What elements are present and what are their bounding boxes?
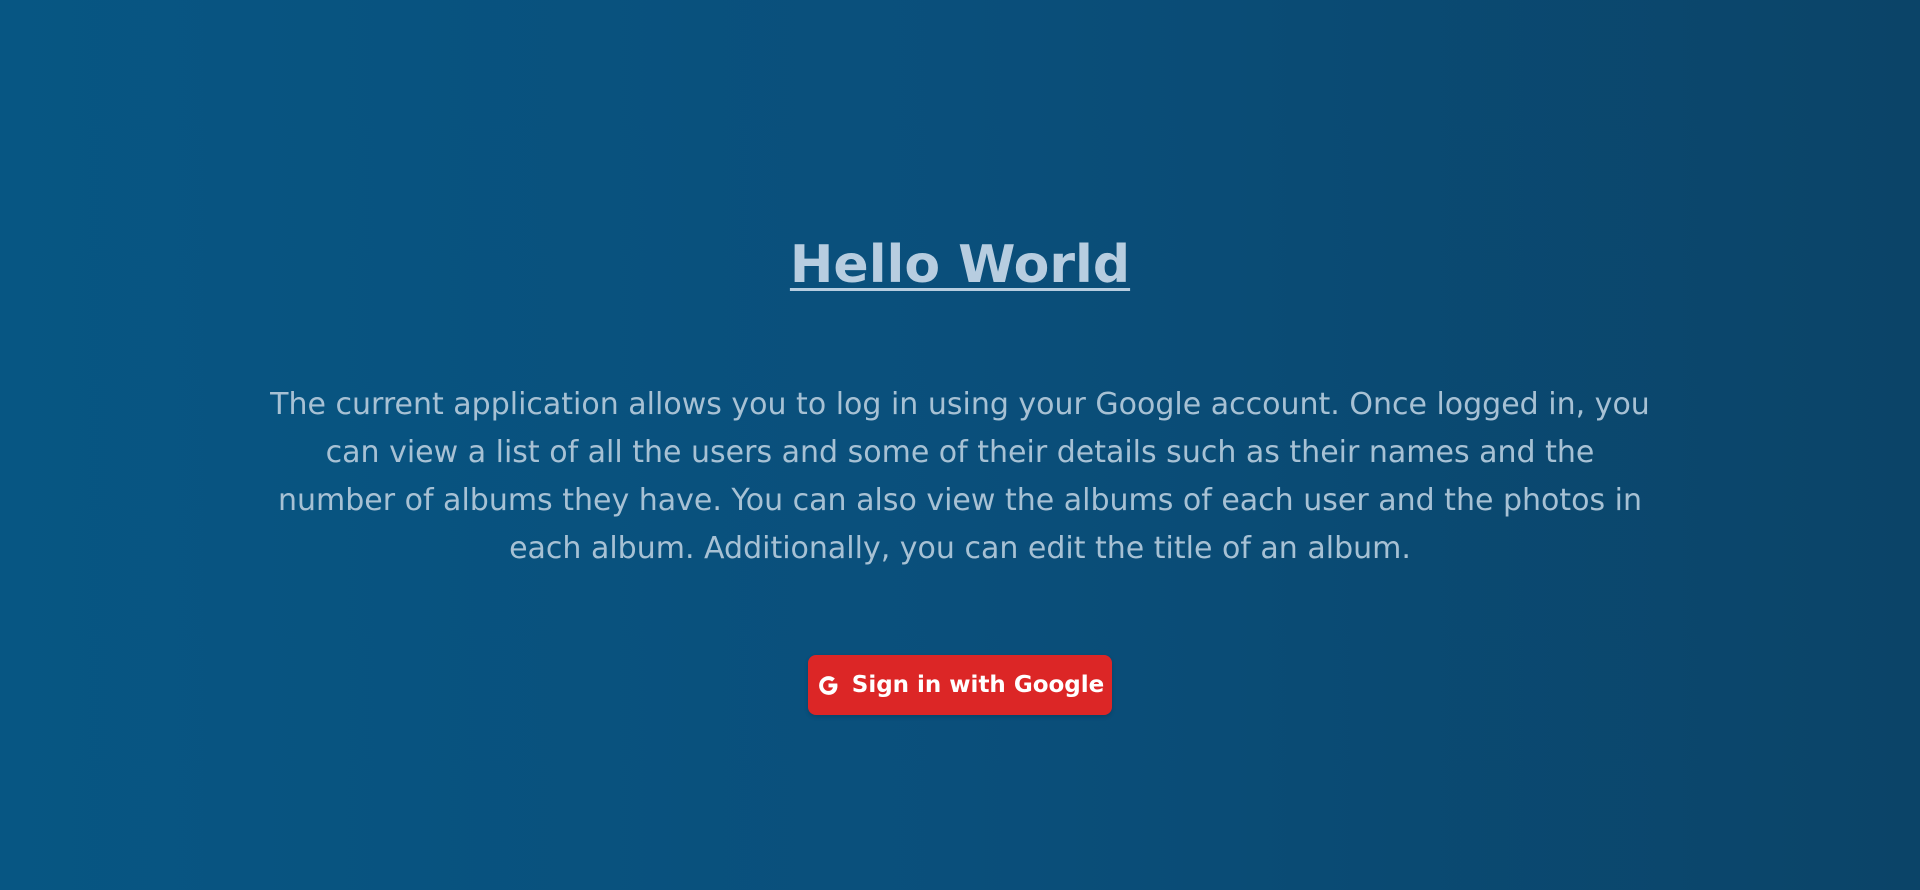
landing-page: Hello World The current application allo… bbox=[0, 0, 1920, 890]
google-icon bbox=[816, 673, 841, 698]
page-title: Hello World bbox=[789, 235, 1131, 295]
sign-in-with-google-button[interactable]: Sign in with Google bbox=[808, 655, 1112, 715]
sign-in-button-label: Sign in with Google bbox=[851, 672, 1105, 698]
app-description: The current application allows you to lo… bbox=[270, 387, 1650, 566]
